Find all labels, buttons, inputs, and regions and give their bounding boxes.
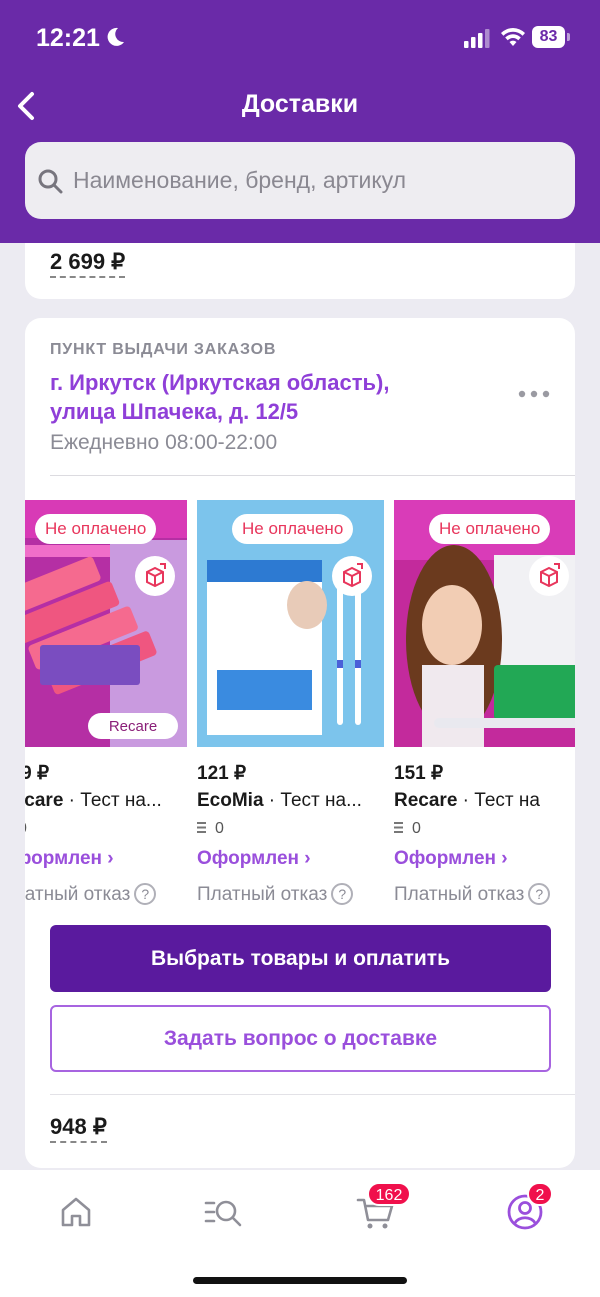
return-box-icon[interactable] (332, 556, 372, 596)
product-image[interactable]: Не оплачено (197, 500, 384, 747)
page-title: Доставки (241, 90, 359, 118)
product-status-link[interactable]: Оформлен › (394, 848, 508, 870)
app-header: 12:21 83 Доставки (0, 0, 600, 243)
unpaid-badge: Не оплачено (429, 514, 551, 544)
product-quantity-value: 0 (25, 820, 27, 837)
product-image[interactable]: Не оплачено (394, 500, 575, 747)
cart-count-badge: 162 (367, 1182, 411, 1206)
delivery-address-line2[interactable]: улица Шпачека, д. 12/5 (50, 399, 298, 425)
product-quantity-value: 0 (412, 820, 421, 837)
delivery-address-line1[interactable]: г. Иркутск (Иркутская область), (50, 370, 389, 396)
product-card[interactable]: Не оплачено 151 ₽ Recare · Тест на 0 Офо… (394, 500, 575, 920)
product-brand: Recare (394, 790, 458, 811)
list-icon (197, 822, 206, 833)
product-name: · Тест на (457, 790, 540, 811)
product-quantity: 0 (394, 820, 421, 838)
product-carousel[interactable]: Recare Не оплачено 189 ₽ Recare · Тест н… (25, 500, 575, 920)
paid-refusal-label: Платный отказ (197, 884, 328, 905)
product-name: · Тест на... (263, 790, 362, 811)
catalog-search-icon[interactable] (204, 1192, 244, 1232)
product-title[interactable]: Recare · Тест на... (25, 790, 187, 812)
pickup-point-label: ПУНКТ ВЫДАЧИ ЗАКАЗОВ (50, 341, 277, 358)
home-indicator (193, 1277, 407, 1284)
search-box[interactable] (25, 142, 575, 219)
more-options-icon[interactable] (517, 384, 551, 404)
help-icon[interactable]: ? (528, 883, 551, 905)
delivery-card: ПУНКТ ВЫДАЧИ ЗАКАЗОВ г. Иркутск (Иркутск… (25, 318, 575, 1168)
pickup-hours: Ежедневно 08:00-22:00 (50, 431, 278, 454)
product-quantity-value: 0 (215, 820, 224, 837)
ask-question-button[interactable]: Задать вопрос о доставке (50, 1005, 551, 1072)
battery-icon: 83 (532, 26, 570, 48)
status-time: 12:21 (36, 24, 100, 52)
return-box-icon[interactable] (135, 556, 175, 596)
product-price: 121 ₽ (197, 763, 247, 784)
product-quantity: 0 (197, 820, 224, 838)
divider (50, 1094, 575, 1095)
product-quantity: 0 (25, 820, 27, 838)
unpaid-badge: Не оплачено (232, 514, 354, 544)
paid-refusal: Платный отказ? (197, 883, 354, 906)
product-card[interactable]: Recare Не оплачено 189 ₽ Recare · Тест н… (25, 500, 187, 920)
product-status-link[interactable]: Оформлен › (197, 848, 311, 870)
paid-refusal-label: Платный отказ (25, 884, 131, 905)
paid-refusal: Платный отказ? (394, 883, 551, 906)
unpaid-badge: Не оплачено (35, 514, 157, 544)
status-bar: 12:21 83 (0, 0, 600, 76)
signal-icon (464, 29, 490, 48)
product-name: · Тест на... (63, 790, 162, 811)
product-brand: Recare (25, 790, 64, 811)
search-icon (38, 169, 63, 194)
search-input[interactable] (73, 142, 563, 219)
profile-notification-badge: 2 (527, 1182, 553, 1206)
paid-refusal: Платный отказ? (25, 883, 157, 906)
wifi-icon (501, 28, 525, 46)
previous-delivery-card: 2 699 ₽ (25, 243, 575, 299)
moon-icon (107, 27, 124, 46)
product-price: 151 ₽ (394, 763, 444, 784)
help-icon[interactable]: ? (134, 883, 157, 905)
select-and-pay-button[interactable]: Выбрать товары и оплатить (50, 925, 551, 992)
help-icon[interactable]: ? (331, 883, 354, 905)
battery-tip (567, 33, 570, 41)
previous-delivery-price[interactable]: 2 699 ₽ (50, 249, 126, 278)
product-title[interactable]: Recare · Тест на (394, 790, 575, 812)
home-icon[interactable] (56, 1192, 96, 1232)
battery-level: 83 (532, 26, 565, 48)
product-title[interactable]: EcoMia · Тест на... (197, 790, 384, 812)
product-image[interactable]: Recare Не оплачено (25, 500, 187, 747)
paid-refusal-label: Платный отказ (394, 884, 525, 905)
delivery-total-price[interactable]: 948 ₽ (50, 1114, 107, 1143)
product-status-link[interactable]: Оформлен › (25, 848, 114, 870)
product-card[interactable]: Не оплачено 121 ₽ EcoMia · Тест на... 0 … (197, 500, 384, 920)
divider (50, 475, 575, 476)
return-box-icon[interactable] (529, 556, 569, 596)
svg-text:Recare: Recare (109, 718, 157, 735)
list-icon (394, 822, 403, 833)
product-brand: EcoMia (197, 790, 264, 811)
product-price: 189 ₽ (25, 763, 50, 784)
